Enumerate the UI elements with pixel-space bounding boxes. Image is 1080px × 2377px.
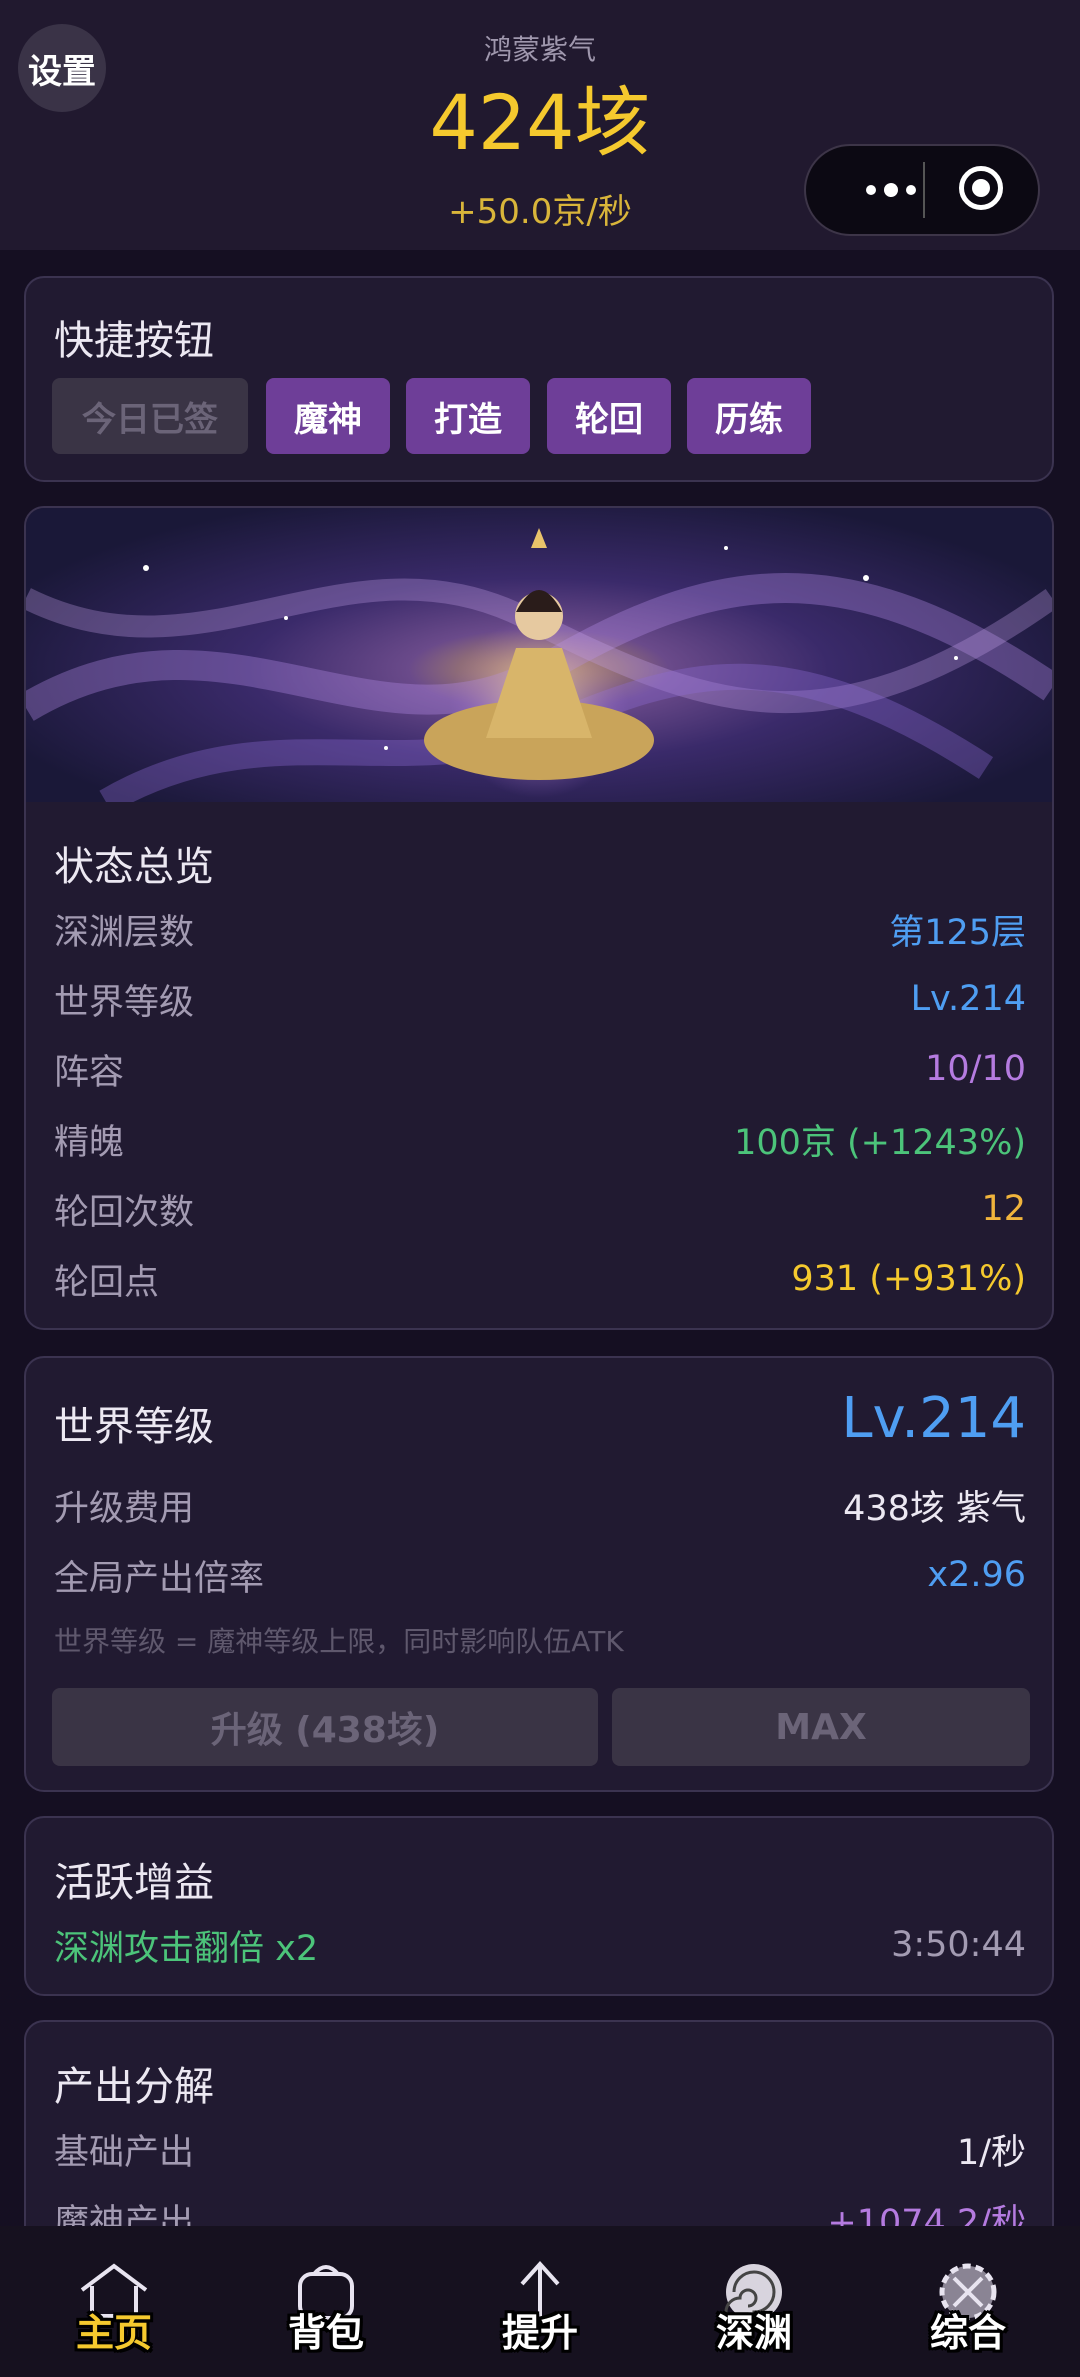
status-label: 世界等级 [54, 982, 195, 1023]
status-label: 深渊层数 [54, 912, 195, 953]
tab-upgrade[interactable]: 提升 [432, 2226, 648, 2377]
active-buff-title: 活跃增益 [54, 1860, 214, 1906]
buff-row: 深渊攻击翻倍 x2 3:50:44 [54, 1920, 1026, 1970]
tab-home-label: 主页 [75, 2311, 152, 2355]
forge-button[interactable]: 打造 [406, 378, 530, 454]
status-value: 第125层 [889, 912, 1026, 953]
max-button[interactable]: MAX [612, 1688, 1030, 1766]
status-value: 931 (+931%) [791, 1259, 1026, 1299]
status-row: 精魄 100京 (+1243%) [54, 1114, 1026, 1164]
output-row: 基础产出 1/秒 [54, 2124, 1026, 2174]
output-label: 基础产出 [54, 2132, 195, 2173]
status-row: 世界等级 Lv.214 [54, 974, 1026, 1024]
status-label: 轮回点 [54, 1262, 160, 1303]
demon-god-button[interactable]: 魔神 [266, 378, 390, 454]
reincarnation-button[interactable]: 轮回 [547, 378, 671, 454]
miniprogram-capsule [804, 144, 1040, 236]
resource-name: 鸿蒙紫气 [483, 33, 596, 66]
quick-buttons-card: 快捷按钮 今日已签 魔神 打造 轮回 历练 [24, 276, 1054, 482]
tab-upgrade-label: 提升 [501, 2311, 578, 2355]
buff-timer: 3:50:44 [891, 1925, 1026, 1965]
more-icon[interactable] [836, 146, 946, 234]
upgrade-cost-row: 升级费用 438垓 紫气 [54, 1480, 1026, 1530]
tab-abyss[interactable]: 深渊 [646, 2226, 862, 2377]
tab-backpack-label: 背包 [287, 2311, 364, 2355]
status-overview-card: 状态总览 深渊层数 第125层 世界等级 Lv.214 阵容 10/10 精魄 … [24, 506, 1054, 1330]
bottom-tab-bar: 主页 背包 提升 深渊 综合 [0, 2226, 1080, 2377]
status-row: 深渊层数 第125层 [54, 904, 1026, 954]
status-label: 阵容 [54, 1052, 125, 1093]
close-target-icon[interactable] [959, 166, 1003, 210]
upgrade-cost-value: 438垓 紫气 [843, 1488, 1026, 1529]
status-label: 轮回次数 [54, 1192, 195, 1233]
tab-home[interactable]: 主页 [6, 2226, 222, 2377]
world-level-title: 世界等级 [54, 1404, 214, 1450]
status-value: 10/10 [925, 1049, 1026, 1089]
quick-buttons-title: 快捷按钮 [54, 318, 214, 364]
daily-signin-button[interactable]: 今日已签 [52, 378, 248, 454]
tab-abyss-label: 深渊 [715, 2311, 792, 2355]
active-buff-card: 活跃增益 深渊攻击翻倍 x2 3:50:44 [24, 1816, 1054, 1996]
status-value: Lv.214 [910, 979, 1026, 1019]
status-value: 100京 (+1243%) [734, 1122, 1026, 1163]
global-rate-label: 全局产出倍率 [54, 1558, 265, 1599]
tab-general[interactable]: 综合 [860, 2226, 1076, 2377]
output-breakdown-title: 产出分解 [54, 2064, 214, 2110]
world-level-value: Lv.214 [841, 1386, 1026, 1451]
global-rate-value: x2.96 [927, 1555, 1026, 1595]
buff-name: 深渊攻击翻倍 x2 [54, 1928, 319, 1969]
training-button[interactable]: 历练 [687, 378, 811, 454]
upgrade-cost-label: 升级费用 [54, 1488, 195, 1529]
banner-image [26, 508, 1052, 802]
tab-backpack[interactable]: 背包 [218, 2226, 434, 2377]
status-value: 12 [981, 1189, 1026, 1229]
status-row: 轮回次数 12 [54, 1184, 1026, 1234]
global-rate-row: 全局产出倍率 x2.96 [54, 1550, 1026, 1600]
output-value: 1/秒 [956, 2132, 1026, 2173]
status-row: 阵容 10/10 [54, 1044, 1026, 1094]
world-level-note: 世界等级 = 魔神等级上限，同时影响队伍ATK [54, 1625, 624, 1658]
world-level-card: 世界等级 Lv.214 升级费用 438垓 紫气 全局产出倍率 x2.96 世界… [24, 1356, 1054, 1792]
tab-general-label: 综合 [929, 2311, 1006, 2355]
status-overview-title: 状态总览 [54, 844, 214, 890]
status-row: 轮回点 931 (+931%) [54, 1254, 1026, 1304]
upgrade-button[interactable]: 升级 (438垓) [52, 1688, 598, 1766]
status-label: 精魄 [54, 1122, 125, 1163]
capsule-divider [923, 162, 925, 218]
top-header: 设置 鸿蒙紫气 424垓 +50.0京/秒 [0, 0, 1080, 250]
